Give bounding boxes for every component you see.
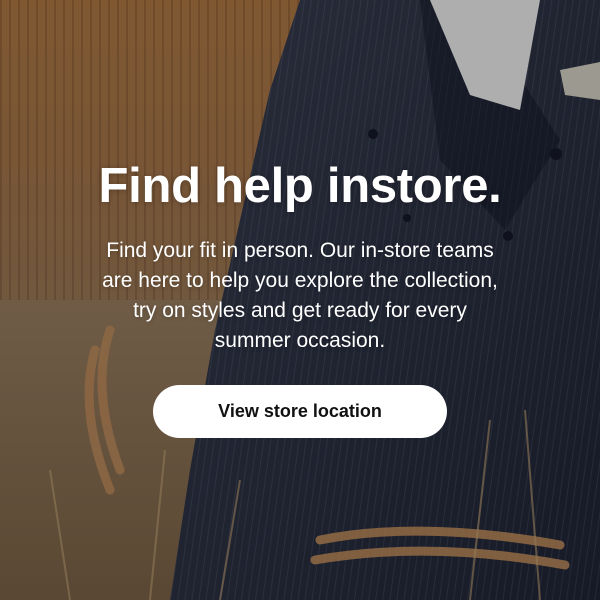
hero-content: Find help instore. Find your fit in pers… [0,0,600,600]
hero-banner: Find help instore. Find your fit in pers… [0,0,600,600]
hero-headline: Find help instore. [98,159,502,213]
view-store-location-button[interactable]: View store location [153,385,447,438]
hero-description: Find your fit in person. Our in-store te… [102,239,498,352]
